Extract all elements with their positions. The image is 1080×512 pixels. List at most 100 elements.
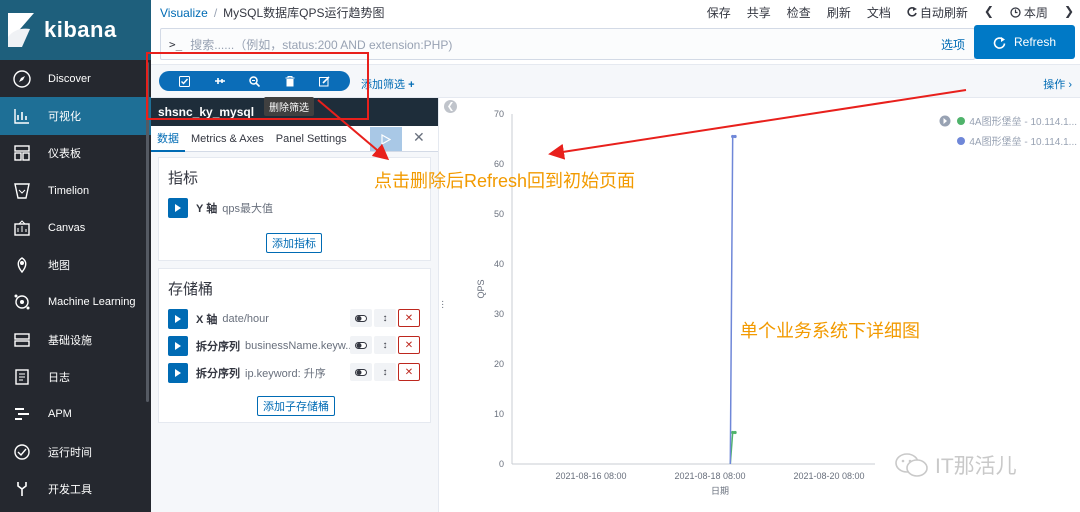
annotation-detail-note: 单个业务系统下详细图 [740, 321, 920, 341]
disable-toggle-icon[interactable] [350, 363, 372, 381]
legend-label: 4A图形堡垒 - 10.114.1... [969, 117, 1077, 128]
add-filter-link[interactable]: 添加筛选 + [361, 76, 415, 92]
breadcrumb-visualize-link[interactable]: Visualize [160, 6, 208, 20]
legend-toggle-icon [939, 115, 951, 126]
tab-panel-settings[interactable]: Panel Settings [270, 126, 353, 152]
actions-label: 操作 [1043, 79, 1066, 91]
caret-right-icon [175, 204, 181, 212]
sidebar-item-devtools[interactable]: 开发工具 [0, 470, 151, 507]
expand-bucket-toggle[interactable] [168, 336, 188, 356]
sidebar-item-uptime[interactable]: 运行时间 [0, 433, 151, 470]
clock-icon [1010, 7, 1021, 18]
buckets-card: 存储桶 X 轴 date/hour ↕ ✕ 拆分序列 businessName.… [158, 268, 431, 423]
time-forward-arrow-icon[interactable]: ❯ [1064, 4, 1074, 21]
tab-metrics-axes[interactable]: Metrics & Axes [185, 126, 270, 152]
play-icon [381, 133, 391, 145]
save-button[interactable]: 保存 [707, 4, 731, 21]
drag-handle-icon[interactable]: ↕ [374, 363, 396, 381]
highlight-box [146, 52, 369, 120]
watermark: IT那活儿 [895, 450, 1017, 480]
caret-right-icon [175, 315, 181, 323]
tab-data[interactable]: 数据 [151, 126, 185, 152]
sidebar-item-compass[interactable]: Discover [0, 60, 151, 97]
metric-row-y-axis: Y 轴 qps最大值 [168, 198, 428, 218]
legend-item-1[interactable]: 4A图形堡垒 - 10.114.1... [939, 113, 1077, 128]
sidebar: kibana Discover 可视化 仪表板 Timelion Canvas 地图 Mac… [0, 0, 151, 512]
add-metric-button[interactable]: 添加指标 [266, 233, 322, 253]
brand-title: kibana [44, 17, 117, 42]
sidebar-item-label: Canvas [48, 221, 86, 234]
pause-icon [907, 7, 917, 17]
autorefresh-button[interactable]: 自动刷新 [907, 4, 968, 21]
kibana-logo-icon [8, 13, 34, 47]
uptime-icon [12, 442, 32, 462]
refresh-icon [993, 36, 1006, 49]
disable-toggle-icon[interactable] [350, 309, 372, 327]
breadcrumb-separator: / [213, 5, 218, 20]
editor-tabs: 数据 Metrics & Axes Panel Settings ✕ [151, 126, 438, 152]
expand-bucket-toggle[interactable] [168, 363, 188, 383]
bucket-value: date/hour [222, 313, 269, 325]
sidebar-item-logs[interactable]: 日志 [0, 358, 151, 395]
timelion-icon [12, 181, 32, 201]
bucket-controls: ↕ ✕ [350, 363, 420, 381]
delete-filter-tooltip: 删除筛选 [264, 97, 314, 116]
refresh-menu-button[interactable]: 刷新 [827, 4, 851, 21]
refresh-button[interactable]: Refresh [974, 25, 1075, 59]
bucket-label: X 轴 [196, 314, 218, 326]
bucket-controls: ↕ ✕ [350, 309, 420, 327]
sidebar-item-dashboard[interactable]: 仪表板 [0, 135, 151, 172]
buckets-title: 存储桶 [168, 281, 214, 298]
legend-item-2[interactable]: 4A图形堡垒 - 10.114.1... [957, 133, 1077, 148]
remove-bucket-icon[interactable]: ✕ [398, 363, 420, 381]
sidebar-item-timelion[interactable]: Timelion [0, 172, 151, 209]
brand-header[interactable]: kibana [0, 0, 151, 60]
legend-label: 4A图形堡垒 - 10.114.1... [969, 137, 1077, 148]
discard-changes-icon[interactable]: ✕ [413, 129, 425, 146]
remove-bucket-icon[interactable]: ✕ [398, 309, 420, 327]
sidebar-item-apm[interactable]: APM [0, 396, 151, 433]
share-button[interactable]: 共享 [747, 4, 771, 21]
drag-handle-icon[interactable]: ↕ [374, 336, 396, 354]
docs-button[interactable]: 文档 [867, 4, 891, 21]
expand-bucket-toggle[interactable] [168, 309, 188, 329]
top-bar: Visualize / MySQL数据库QPS运行趋势图 保存 共享 检查 刷新 文… [151, 0, 1080, 24]
caret-right-icon [175, 369, 181, 377]
sidebar-item-label: APM [48, 408, 72, 421]
sidebar-item-infrastructure[interactable]: 基础设施 [0, 321, 151, 358]
inspect-button[interactable]: 检查 [787, 4, 811, 21]
compass-icon [12, 69, 32, 89]
apply-changes-button[interactable] [370, 127, 402, 151]
expand-metric-toggle[interactable] [168, 198, 188, 218]
bucket-label: 拆分序列 [196, 341, 240, 353]
search-options-button[interactable]: 选项 [941, 36, 965, 53]
search-placeholder: 搜索......（例如，status:200 AND extension:PHP… [190, 37, 453, 52]
wechat-icon [895, 453, 928, 477]
drag-handle-icon[interactable]: ↕ [374, 309, 396, 327]
logs-icon [12, 367, 32, 387]
resize-grip-icon[interactable]: · · · [441, 297, 444, 313]
bucket-value: ip.keyword: 升序 [245, 368, 326, 380]
sidebar-item-ml[interactable]: Machine Learning [0, 284, 151, 321]
collapse-sidebar-icon[interactable]: ❮ [444, 100, 457, 113]
chevron-right-icon: › [1068, 79, 1072, 91]
sidebar-item-label: 地图 [48, 260, 70, 273]
breadcrumb: Visualize / MySQL数据库QPS运行趋势图 [160, 4, 385, 21]
disable-toggle-icon[interactable] [350, 336, 372, 354]
metrics-title: 指标 [168, 170, 199, 187]
remove-bucket-icon[interactable]: ✕ [398, 336, 420, 354]
sidebar-item-map[interactable]: 地图 [0, 246, 151, 283]
editor-panel: shsnc_ky_mysql 数据 Metrics & Axes Panel S… [151, 98, 438, 512]
time-picker-button[interactable]: 本周 [1010, 4, 1048, 21]
actions-menu[interactable]: 操作 › [1043, 76, 1072, 92]
add-sub-bucket-button[interactable]: 添加子存储桶 [257, 396, 335, 416]
sidebar-item-label: 基础设施 [48, 334, 92, 347]
sidebar-item-visualize[interactable]: 可视化 [0, 97, 151, 135]
sidebar-item-label: Machine Learning [48, 296, 136, 309]
bucket-controls: ↕ ✕ [350, 336, 420, 354]
refresh-button-label: Refresh [1013, 35, 1057, 49]
sidebar-item-canvas[interactable]: Canvas [0, 209, 151, 246]
bucket-row-split-series-2: 拆分序列 ip.keyword: 升序 ↕ ✕ [168, 363, 428, 383]
time-back-arrow-icon[interactable]: ❮ [984, 4, 994, 21]
caret-right-icon [175, 342, 181, 350]
